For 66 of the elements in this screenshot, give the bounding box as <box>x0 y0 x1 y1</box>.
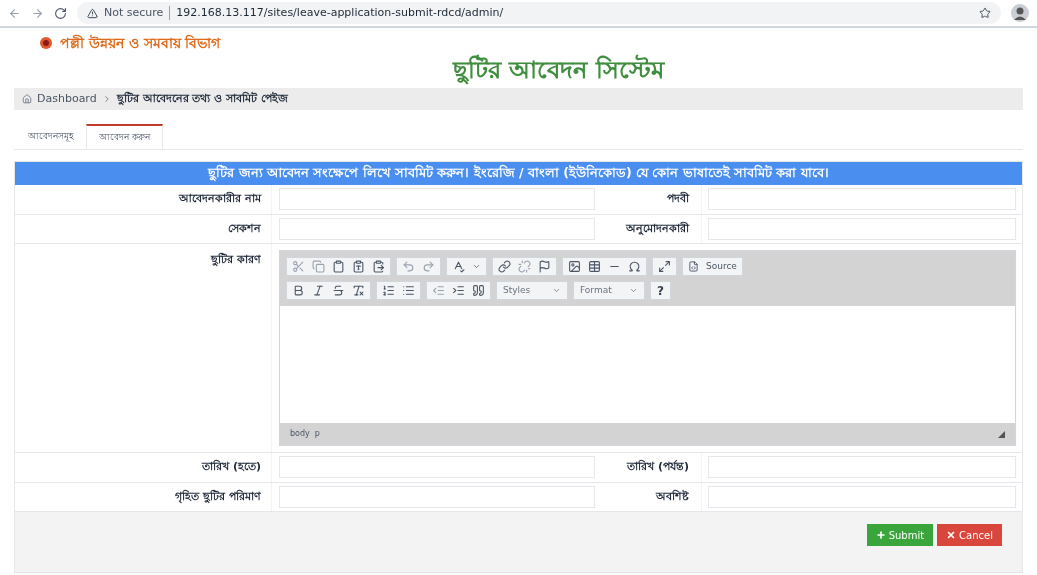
breadcrumb-current: ছুটির আবেদনের তথ্য ও সাবমিট পেইজ <box>116 90 288 107</box>
maximize-icon[interactable] <box>658 260 671 273</box>
indent-icon[interactable] <box>452 284 465 297</box>
styles-dropdown[interactable]: Styles <box>496 281 568 300</box>
tab[interactable]: আবেদনসমূহ <box>16 124 86 149</box>
rich-text-editor[interactable]: Source Styles Format ? body p <box>279 250 1016 446</box>
profile-avatar-icon[interactable] <box>1011 4 1029 22</box>
caret-icon[interactable] <box>472 262 481 271</box>
close-icon <box>946 530 957 540</box>
remove-format-icon[interactable] <box>352 284 365 297</box>
input-field[interactable] <box>279 188 595 211</box>
address-bar[interactable]: Not secure 192.168.13.117/sites/leave-application-submit-rdcd/admin/ <box>77 2 1001 24</box>
flag-icon[interactable] <box>538 260 551 273</box>
forward-icon[interactable] <box>31 6 44 20</box>
input-field[interactable] <box>708 485 1016 508</box>
url-text: 192.168.13.117/sites/leave-application-submit-rdcd/admin/ <box>176 4 504 21</box>
field-label: অবশিষ্ট <box>656 489 689 504</box>
format-dropdown[interactable]: Format <box>573 281 645 300</box>
info-banner: ছুটির জন্য আবেদন সংক্ষেপে লিখে সাবমিট করুন। ইংরেজি / বাংলা (ইউনিকোড) যে কোন ভাষাতেই সাবমিট করা যাবে। <box>15 162 1022 185</box>
input-field[interactable] <box>708 188 1016 211</box>
bulleted-list-icon[interactable] <box>402 284 415 297</box>
security-label: Not secure <box>104 4 164 21</box>
organization-name: পল্লী উন্নয়ন ও সমবায় বিভাগ <box>60 33 221 53</box>
numbered-list-icon[interactable] <box>382 284 395 297</box>
element-path: body p <box>290 428 320 440</box>
image-icon[interactable] <box>568 260 581 273</box>
bold-icon[interactable] <box>292 284 305 297</box>
resize-handle-icon[interactable] <box>998 430 1005 438</box>
field-label: আবেদনকারীর নাম <box>179 191 261 207</box>
strikethrough-icon[interactable] <box>332 284 345 297</box>
input-field[interactable] <box>279 485 595 508</box>
caret-icon <box>552 286 561 295</box>
field-label: পদবী <box>667 192 689 207</box>
italic-icon[interactable] <box>312 284 325 297</box>
quote-icon[interactable] <box>472 284 485 297</box>
caret-icon <box>629 286 638 295</box>
breadcrumb-link[interactable]: Dashboard <box>37 90 97 108</box>
help-button[interactable]: ? <box>650 281 671 300</box>
source-button[interactable]: Source <box>682 257 743 276</box>
field-label: অনুমোদনকারী <box>626 221 689 236</box>
home-icon <box>22 94 32 104</box>
bookmark-star-icon[interactable] <box>979 7 991 19</box>
logo-icon <box>40 37 52 49</box>
input-field[interactable] <box>279 217 595 240</box>
field-label: তারিখ (হতে) <box>202 459 261 475</box>
back-icon[interactable] <box>8 6 21 20</box>
paste-icon[interactable] <box>332 260 345 273</box>
spellcheck-icon[interactable] <box>452 260 465 273</box>
field-label: ছুটির কারণ <box>211 252 261 268</box>
input-field[interactable] <box>708 456 1016 479</box>
warning-icon <box>87 7 98 19</box>
field-label: তারিখ (পর্যন্ত) <box>627 460 689 475</box>
paste-text-icon[interactable] <box>352 260 365 273</box>
input-field[interactable] <box>279 456 595 479</box>
special-character-icon[interactable] <box>628 260 641 273</box>
tab[interactable]: আবেদন করুন <box>86 124 163 149</box>
input-field[interactable] <box>708 217 1016 240</box>
table-icon[interactable] <box>588 260 601 273</box>
field-label: গৃহিত ছুটির পরিমাণ <box>175 488 261 505</box>
page-title: ছুটির আবেদন সিস্টেম <box>453 53 664 87</box>
source-icon <box>688 261 699 272</box>
reload-icon[interactable] <box>54 6 67 20</box>
plus-icon <box>875 530 886 540</box>
field-label: সেকশন <box>228 220 261 237</box>
cancel-button[interactable]: Cancel <box>937 524 1002 546</box>
link-icon[interactable] <box>498 260 511 273</box>
